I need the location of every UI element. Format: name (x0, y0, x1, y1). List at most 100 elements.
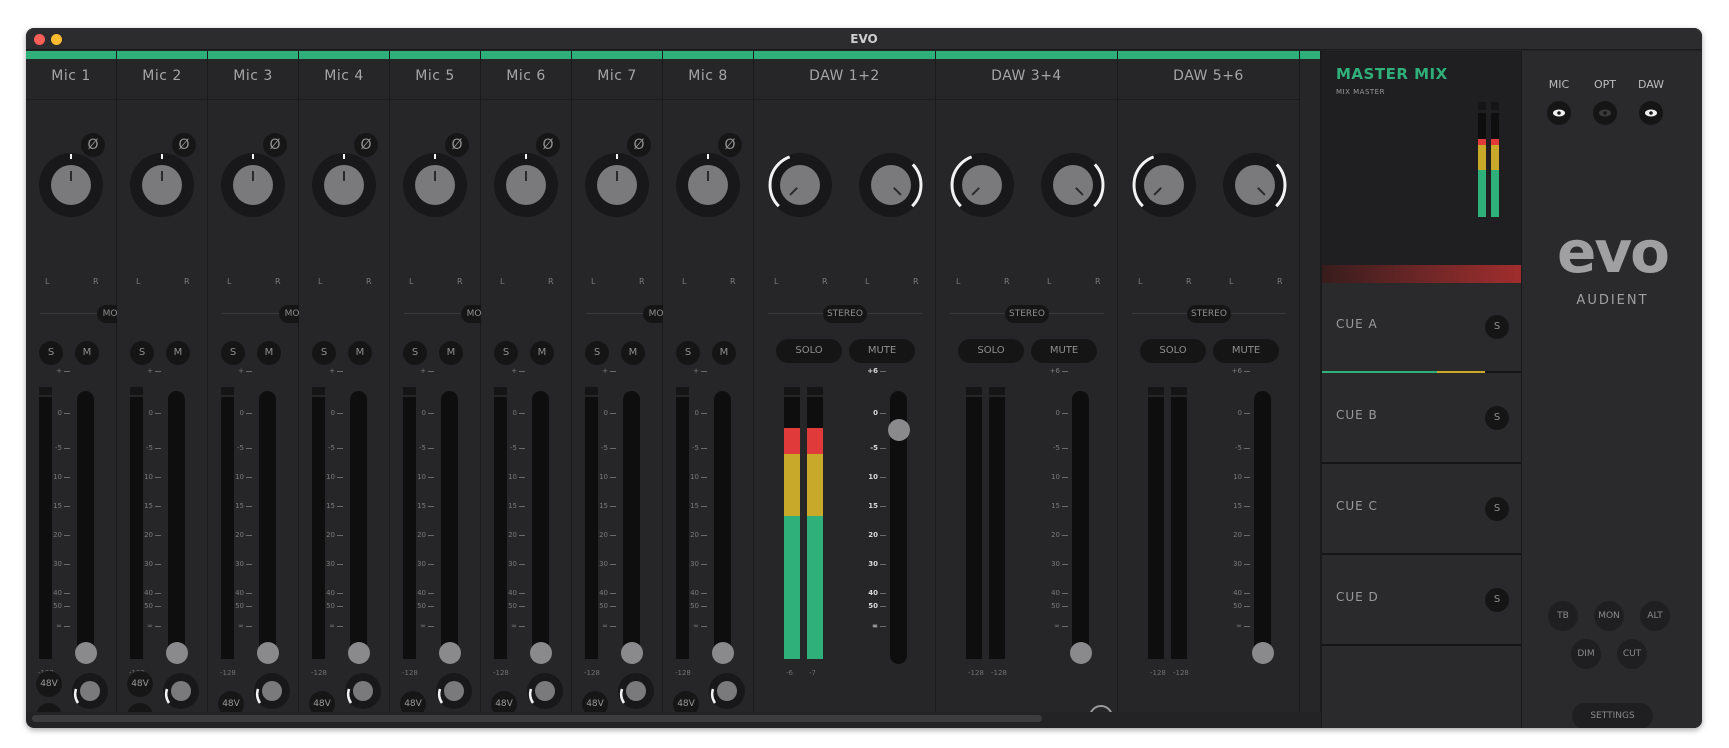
solo-button[interactable]: S (39, 341, 63, 365)
cue-solo-button[interactable]: S (1485, 406, 1509, 430)
mute-button[interactable]: M (439, 341, 463, 365)
eye-icon[interactable] (1639, 101, 1663, 125)
volume-fader-thumb[interactable] (888, 419, 910, 441)
cue-mix-item[interactable]: CUE D S (1322, 556, 1522, 646)
gain-knob[interactable] (709, 673, 745, 709)
cue-mix-item[interactable]: CUE C S (1322, 465, 1522, 555)
pan-knob-left[interactable] (768, 153, 832, 217)
mute-button[interactable]: M (257, 341, 281, 365)
phantom-power-button[interactable]: 48V (582, 691, 608, 712)
mute-button[interactable]: M (530, 341, 554, 365)
solo-button[interactable]: SOLO (1140, 339, 1206, 363)
volume-fader-thumb[interactable] (1252, 642, 1274, 664)
mute-button[interactable]: M (75, 341, 99, 365)
eye-icon[interactable] (1593, 101, 1617, 125)
phantom-power-button[interactable]: 48V (127, 671, 153, 697)
monitor-cut-button[interactable]: CUT (1617, 639, 1647, 669)
pan-knob-right[interactable] (1223, 153, 1287, 217)
gain-knob[interactable] (254, 673, 290, 709)
channel-name[interactable]: Mic 2 (117, 68, 207, 84)
pan-knob[interactable] (130, 153, 194, 217)
stereo-toggle[interactable]: STEREO (1187, 305, 1231, 323)
volume-fader-thumb[interactable] (257, 642, 279, 664)
channel-name[interactable]: DAW 1+2 (754, 68, 935, 84)
mute-button[interactable]: M (621, 341, 645, 365)
loopback-button[interactable]: LB (1089, 705, 1113, 712)
phantom-power-button[interactable]: 48V (400, 691, 426, 712)
volume-fader-track[interactable] (714, 391, 731, 664)
volume-fader-track[interactable] (441, 391, 458, 664)
mute-button[interactable]: M (712, 341, 736, 365)
solo-button[interactable]: S (130, 341, 154, 365)
eye-icon[interactable] (1547, 101, 1571, 125)
phantom-power-button[interactable]: 48V (218, 691, 244, 712)
phantom-power-button[interactable]: 48V (36, 671, 62, 697)
channel-name[interactable]: Mic 8 (663, 68, 753, 84)
gain-knob[interactable] (618, 673, 654, 709)
volume-fader-track[interactable] (1072, 391, 1089, 664)
solo-button[interactable]: S (403, 341, 427, 365)
volume-fader-track[interactable] (259, 391, 276, 664)
pan-knob[interactable] (312, 153, 376, 217)
gain-knob[interactable] (163, 673, 199, 709)
volume-fader-thumb[interactable] (348, 642, 370, 664)
stereo-toggle[interactable]: STEREO (1005, 305, 1049, 323)
channel-name[interactable]: DAW 3+4 (936, 68, 1117, 84)
volume-fader-thumb[interactable] (712, 642, 734, 664)
mute-button[interactable]: MUTE (1213, 339, 1279, 363)
phantom-power-button[interactable]: 48V (309, 691, 335, 712)
volume-fader-thumb[interactable] (621, 642, 643, 664)
horizontal-scrollbar[interactable] (32, 715, 1042, 722)
solo-button[interactable]: S (221, 341, 245, 365)
channel-name[interactable]: Mic 6 (481, 68, 571, 84)
volume-fader-thumb[interactable] (439, 642, 461, 664)
monitor-mon-button[interactable]: MON (1594, 601, 1624, 631)
pan-knob-left[interactable] (1132, 153, 1196, 217)
gain-knob[interactable] (436, 673, 472, 709)
mute-button[interactable]: M (166, 341, 190, 365)
solo-button[interactable]: S (676, 341, 700, 365)
settings-button[interactable]: SETTINGS (1572, 703, 1653, 728)
volume-fader-track[interactable] (623, 391, 640, 664)
solo-button[interactable]: S (494, 341, 518, 365)
volume-fader-thumb[interactable] (530, 642, 552, 664)
solo-button[interactable]: SOLO (776, 339, 842, 363)
gain-knob[interactable] (72, 673, 108, 709)
pan-knob[interactable] (676, 153, 740, 217)
volume-fader-thumb[interactable] (75, 642, 97, 664)
pan-knob[interactable] (221, 153, 285, 217)
monitor-dim-button[interactable]: DIM (1571, 639, 1601, 669)
solo-button[interactable]: SOLO (958, 339, 1024, 363)
phantom-power-button[interactable]: 48V (673, 691, 699, 712)
pan-knob-right[interactable] (859, 153, 923, 217)
minimize-icon[interactable] (51, 34, 62, 45)
channel-name[interactable]: Mic 7 (572, 68, 662, 84)
pan-knob[interactable] (585, 153, 649, 217)
cue-solo-button[interactable]: S (1485, 497, 1509, 521)
volume-fader-thumb[interactable] (166, 642, 188, 664)
volume-fader-track[interactable] (1254, 391, 1271, 664)
channel-name[interactable]: Mic 4 (299, 68, 389, 84)
pan-knob[interactable] (39, 153, 103, 217)
monitor-alt-button[interactable]: ALT (1640, 601, 1670, 631)
mute-button[interactable]: MUTE (1031, 339, 1097, 363)
cue-mix-item[interactable]: CUE A S (1322, 283, 1522, 373)
pan-knob[interactable] (403, 153, 467, 217)
instrument-button[interactable]: INST (127, 703, 153, 712)
volume-fader-thumb[interactable] (1070, 642, 1092, 664)
close-icon[interactable] (34, 34, 45, 45)
mute-button[interactable]: M (348, 341, 372, 365)
pan-knob-right[interactable] (1041, 153, 1105, 217)
solo-button[interactable]: S (585, 341, 609, 365)
master-mix-section[interactable]: MASTER MIX MIX MASTER (1322, 51, 1522, 283)
cue-solo-button[interactable]: S (1485, 588, 1509, 612)
mute-button[interactable]: MUTE (849, 339, 915, 363)
cue-solo-button[interactable]: S (1485, 315, 1509, 339)
volume-fader-track[interactable] (168, 391, 185, 664)
pan-knob[interactable] (494, 153, 558, 217)
instrument-button[interactable]: INST (36, 703, 62, 712)
gain-knob[interactable] (527, 673, 563, 709)
pan-knob-left[interactable] (950, 153, 1014, 217)
channel-name[interactable]: Mic 3 (208, 68, 298, 84)
channel-name[interactable]: Mic 1 (26, 68, 116, 84)
